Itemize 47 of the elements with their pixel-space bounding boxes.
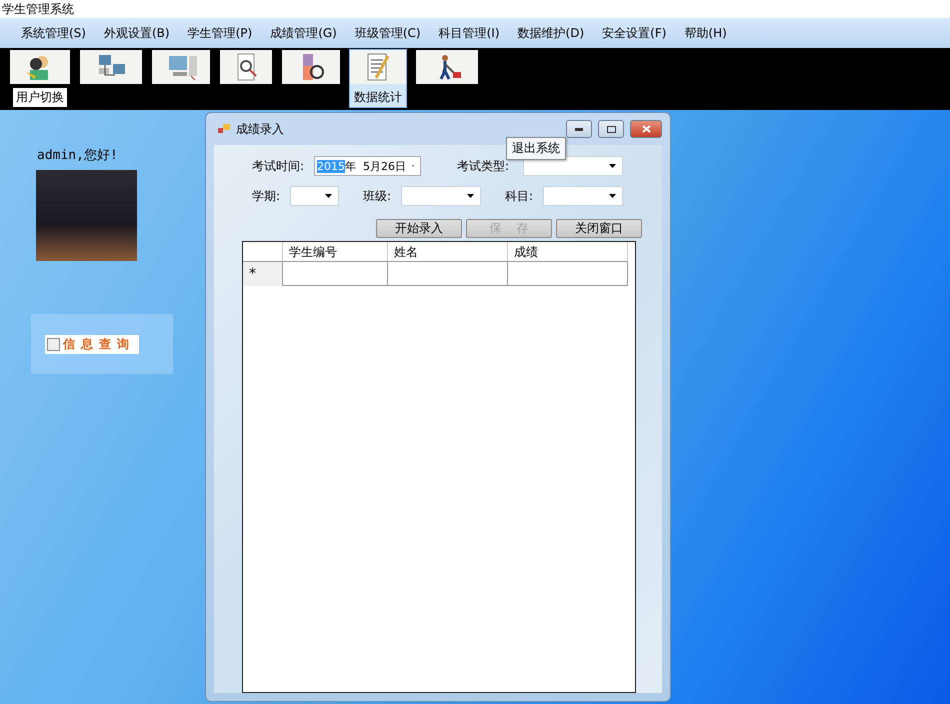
minimize-button[interactable] bbox=[566, 120, 592, 138]
restore-icon bbox=[606, 126, 616, 132]
action-button[interactable]: 开始录入 bbox=[376, 219, 462, 238]
menu-item[interactable]: 安全设置(F) bbox=[593, 24, 676, 42]
new-row-marker: * bbox=[243, 262, 283, 286]
caret-icon bbox=[467, 194, 474, 198]
field-label: 班级: bbox=[363, 188, 392, 204]
menu-item[interactable]: 科目管理(I) bbox=[430, 24, 509, 42]
column-header[interactable]: 姓名 bbox=[388, 242, 508, 262]
tooltip: 退出系统 bbox=[506, 137, 566, 160]
greeting-text: admin,您好! bbox=[37, 147, 119, 164]
toolbar-label: 用户切换 bbox=[13, 88, 67, 107]
menu-item[interactable]: 班级管理(C) bbox=[346, 24, 430, 42]
toolbar-button[interactable] bbox=[282, 50, 340, 84]
toolbar-button[interactable] bbox=[416, 50, 478, 84]
maximize-button[interactable] bbox=[598, 120, 624, 138]
exam-type-dropdown[interactable] bbox=[523, 156, 623, 176]
table-cell[interactable] bbox=[388, 262, 508, 286]
close-icon bbox=[642, 125, 650, 133]
action-button[interactable]: 关闭窗口 bbox=[556, 219, 642, 238]
dialog-title: 成绩录入 bbox=[236, 120, 285, 138]
date-picker[interactable]: 2015年 5月26日 bbox=[314, 156, 421, 176]
menu-item[interactable]: 学生管理(P) bbox=[178, 24, 262, 42]
field-label: 科目: bbox=[505, 188, 534, 204]
field-label: 考试类型: bbox=[457, 158, 510, 174]
close-button[interactable] bbox=[630, 120, 662, 138]
menu-item[interactable]: 外观设置(B) bbox=[94, 24, 179, 42]
table-cell[interactable] bbox=[508, 262, 628, 286]
minimize-icon bbox=[575, 128, 583, 130]
menu-item[interactable]: 帮助(H) bbox=[675, 24, 736, 42]
window-title: 学生管理系统 bbox=[2, 2, 74, 16]
column-header[interactable]: 成绩 bbox=[508, 242, 628, 262]
menu-item[interactable]: 系统管理(S) bbox=[12, 24, 95, 42]
checkbox[interactable] bbox=[47, 338, 60, 350]
checkbox-label: 信息查询 bbox=[63, 336, 135, 352]
toolbar-button[interactable] bbox=[220, 50, 272, 84]
table-cell[interactable] bbox=[283, 262, 388, 286]
caret-icon bbox=[609, 164, 616, 168]
caret-icon bbox=[609, 194, 616, 198]
toolbar-button[interactable]: 数据统计 bbox=[350, 50, 406, 107]
caret-icon bbox=[325, 194, 332, 198]
field-label: 考试时间: bbox=[252, 158, 306, 174]
window-app-icon bbox=[218, 124, 230, 134]
column-header[interactable]: 学生编号 bbox=[283, 242, 388, 262]
menu-item[interactable]: 成绩管理(G) bbox=[261, 24, 346, 42]
field-label: 学期: bbox=[252, 188, 282, 204]
menu-item[interactable]: 数据维护(D) bbox=[508, 24, 594, 42]
